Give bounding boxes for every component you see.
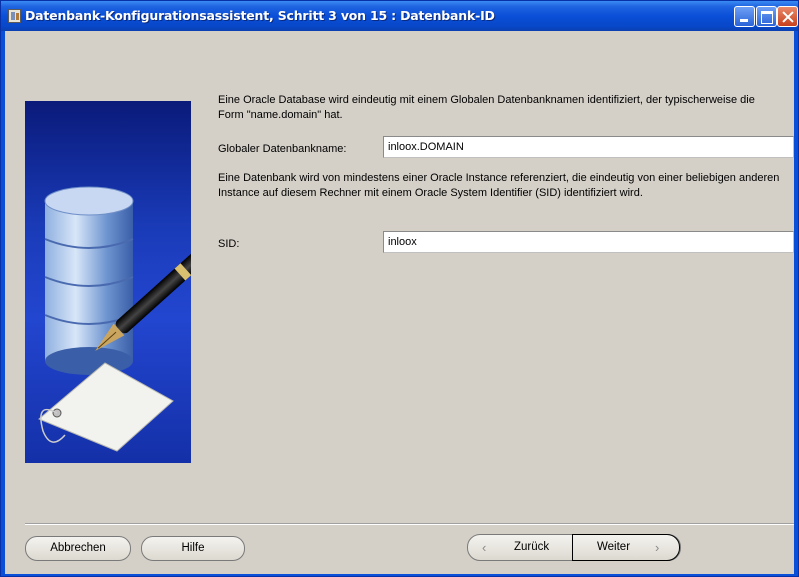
wizard-window: Datenbank-Konfigurationsassistent, Schri… (0, 0, 799, 577)
close-icon[interactable] (777, 6, 798, 27)
chevron-left-icon: ‹ (482, 540, 487, 555)
global-db-name-input[interactable] (383, 136, 794, 158)
intro-text: Eine Oracle Database wird eindeutig mit … (218, 94, 755, 121)
sid-label: SID: (218, 238, 240, 250)
app-icon (8, 9, 21, 23)
help-button[interactable]: Hilfe (141, 536, 245, 561)
sid-description-text: Eine Datenbank wird von mindestens einer… (218, 172, 780, 199)
next-button-label: Weiter (597, 541, 631, 553)
chevron-right-icon: › (655, 540, 660, 555)
cancel-button[interactable]: Abbrechen (25, 536, 131, 561)
global-db-name-label: Globaler Datenbankname: (218, 143, 347, 155)
navigation-button-group: ‹ Zurück Weiter › (467, 534, 681, 561)
button-separator (25, 523, 794, 525)
minimize-icon[interactable] (734, 6, 755, 27)
dialog-body: Eine Oracle Database wird eindeutig mit … (5, 31, 794, 574)
next-button[interactable]: Weiter › (572, 534, 680, 561)
back-button[interactable]: ‹ Zurück (468, 535, 572, 560)
back-button-label: Zurück (514, 541, 550, 553)
maximize-icon[interactable] (756, 6, 777, 27)
window-title: Datenbank-Konfigurationsassistent, Schri… (25, 8, 495, 23)
database-illustration-icon (25, 101, 191, 463)
sid-input[interactable] (383, 231, 794, 253)
title-bar[interactable]: Datenbank-Konfigurationsassistent, Schri… (1, 1, 798, 31)
